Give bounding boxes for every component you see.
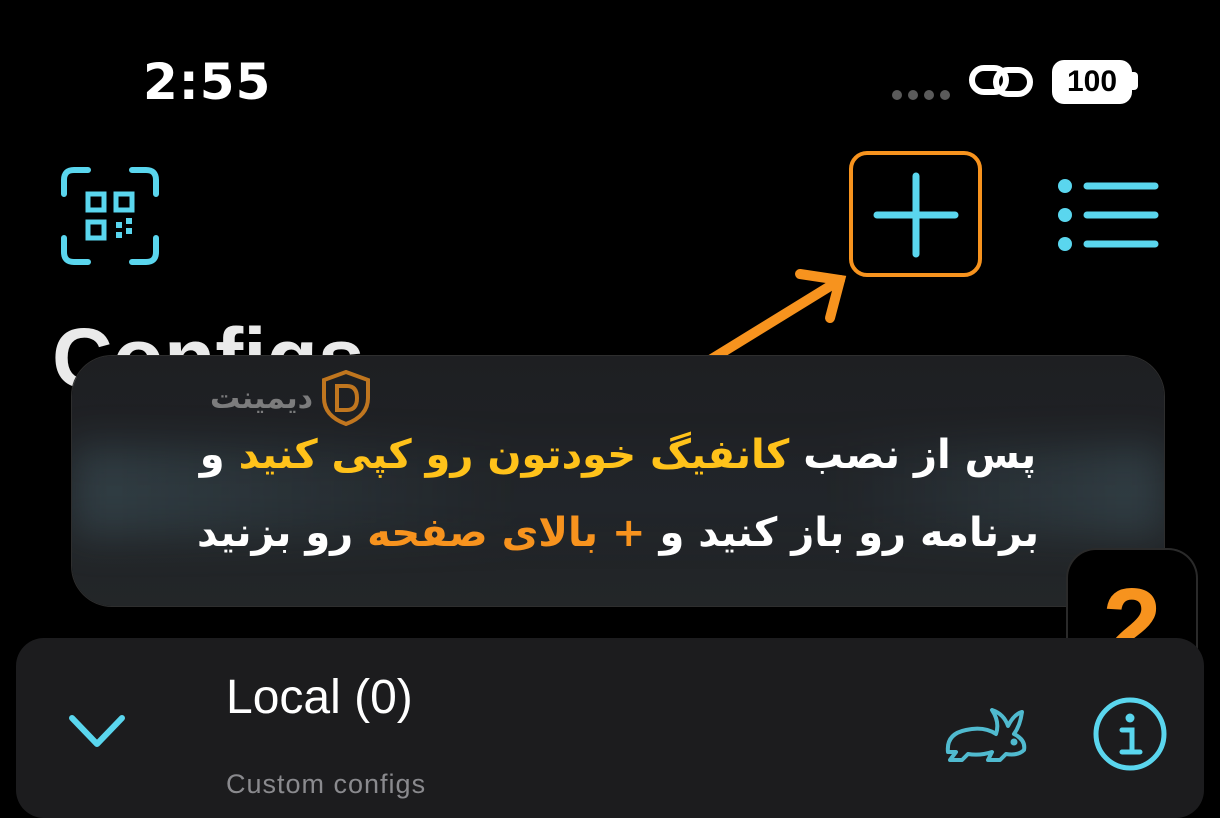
config-group-subtitle: Custom configs [226,769,427,799]
battery-tip [1132,72,1138,90]
signal-icon [892,90,950,100]
plus-icon[interactable] [873,172,959,258]
brand-logo-text: دیمینت [210,380,314,416]
instruction-line-2: برنامه رو باز کنید و + بالای صفحه رو بزن… [197,510,1039,556]
qr-scan-icon[interactable] [60,166,160,266]
instruction-banner: دیمینت پس از نصب کانفیگ خودتون رو کپی کن… [72,356,1164,606]
list-icon[interactable] [1055,178,1159,252]
config-group-title: Local (0) [226,671,413,724]
rabbit-icon[interactable] [940,704,1030,766]
chevron-down-icon[interactable] [66,706,128,754]
highlight-plus-button: + بالای صفحه [367,510,646,556]
battery-indicator: 100 [1052,60,1132,104]
status-time: 2:55 [143,53,272,111]
instruction-text: پس از نصب کانفیگ خودتون رو کپی کنید و بر… [102,416,1134,572]
highlight-copy-config: کانفیگ خودتون رو کپی کنید [238,432,790,478]
info-icon[interactable] [1092,696,1168,772]
link-icon [969,65,1033,97]
instruction-line-1: پس از نصب کانفیگ خودتون رو کپی کنید و [199,432,1037,478]
